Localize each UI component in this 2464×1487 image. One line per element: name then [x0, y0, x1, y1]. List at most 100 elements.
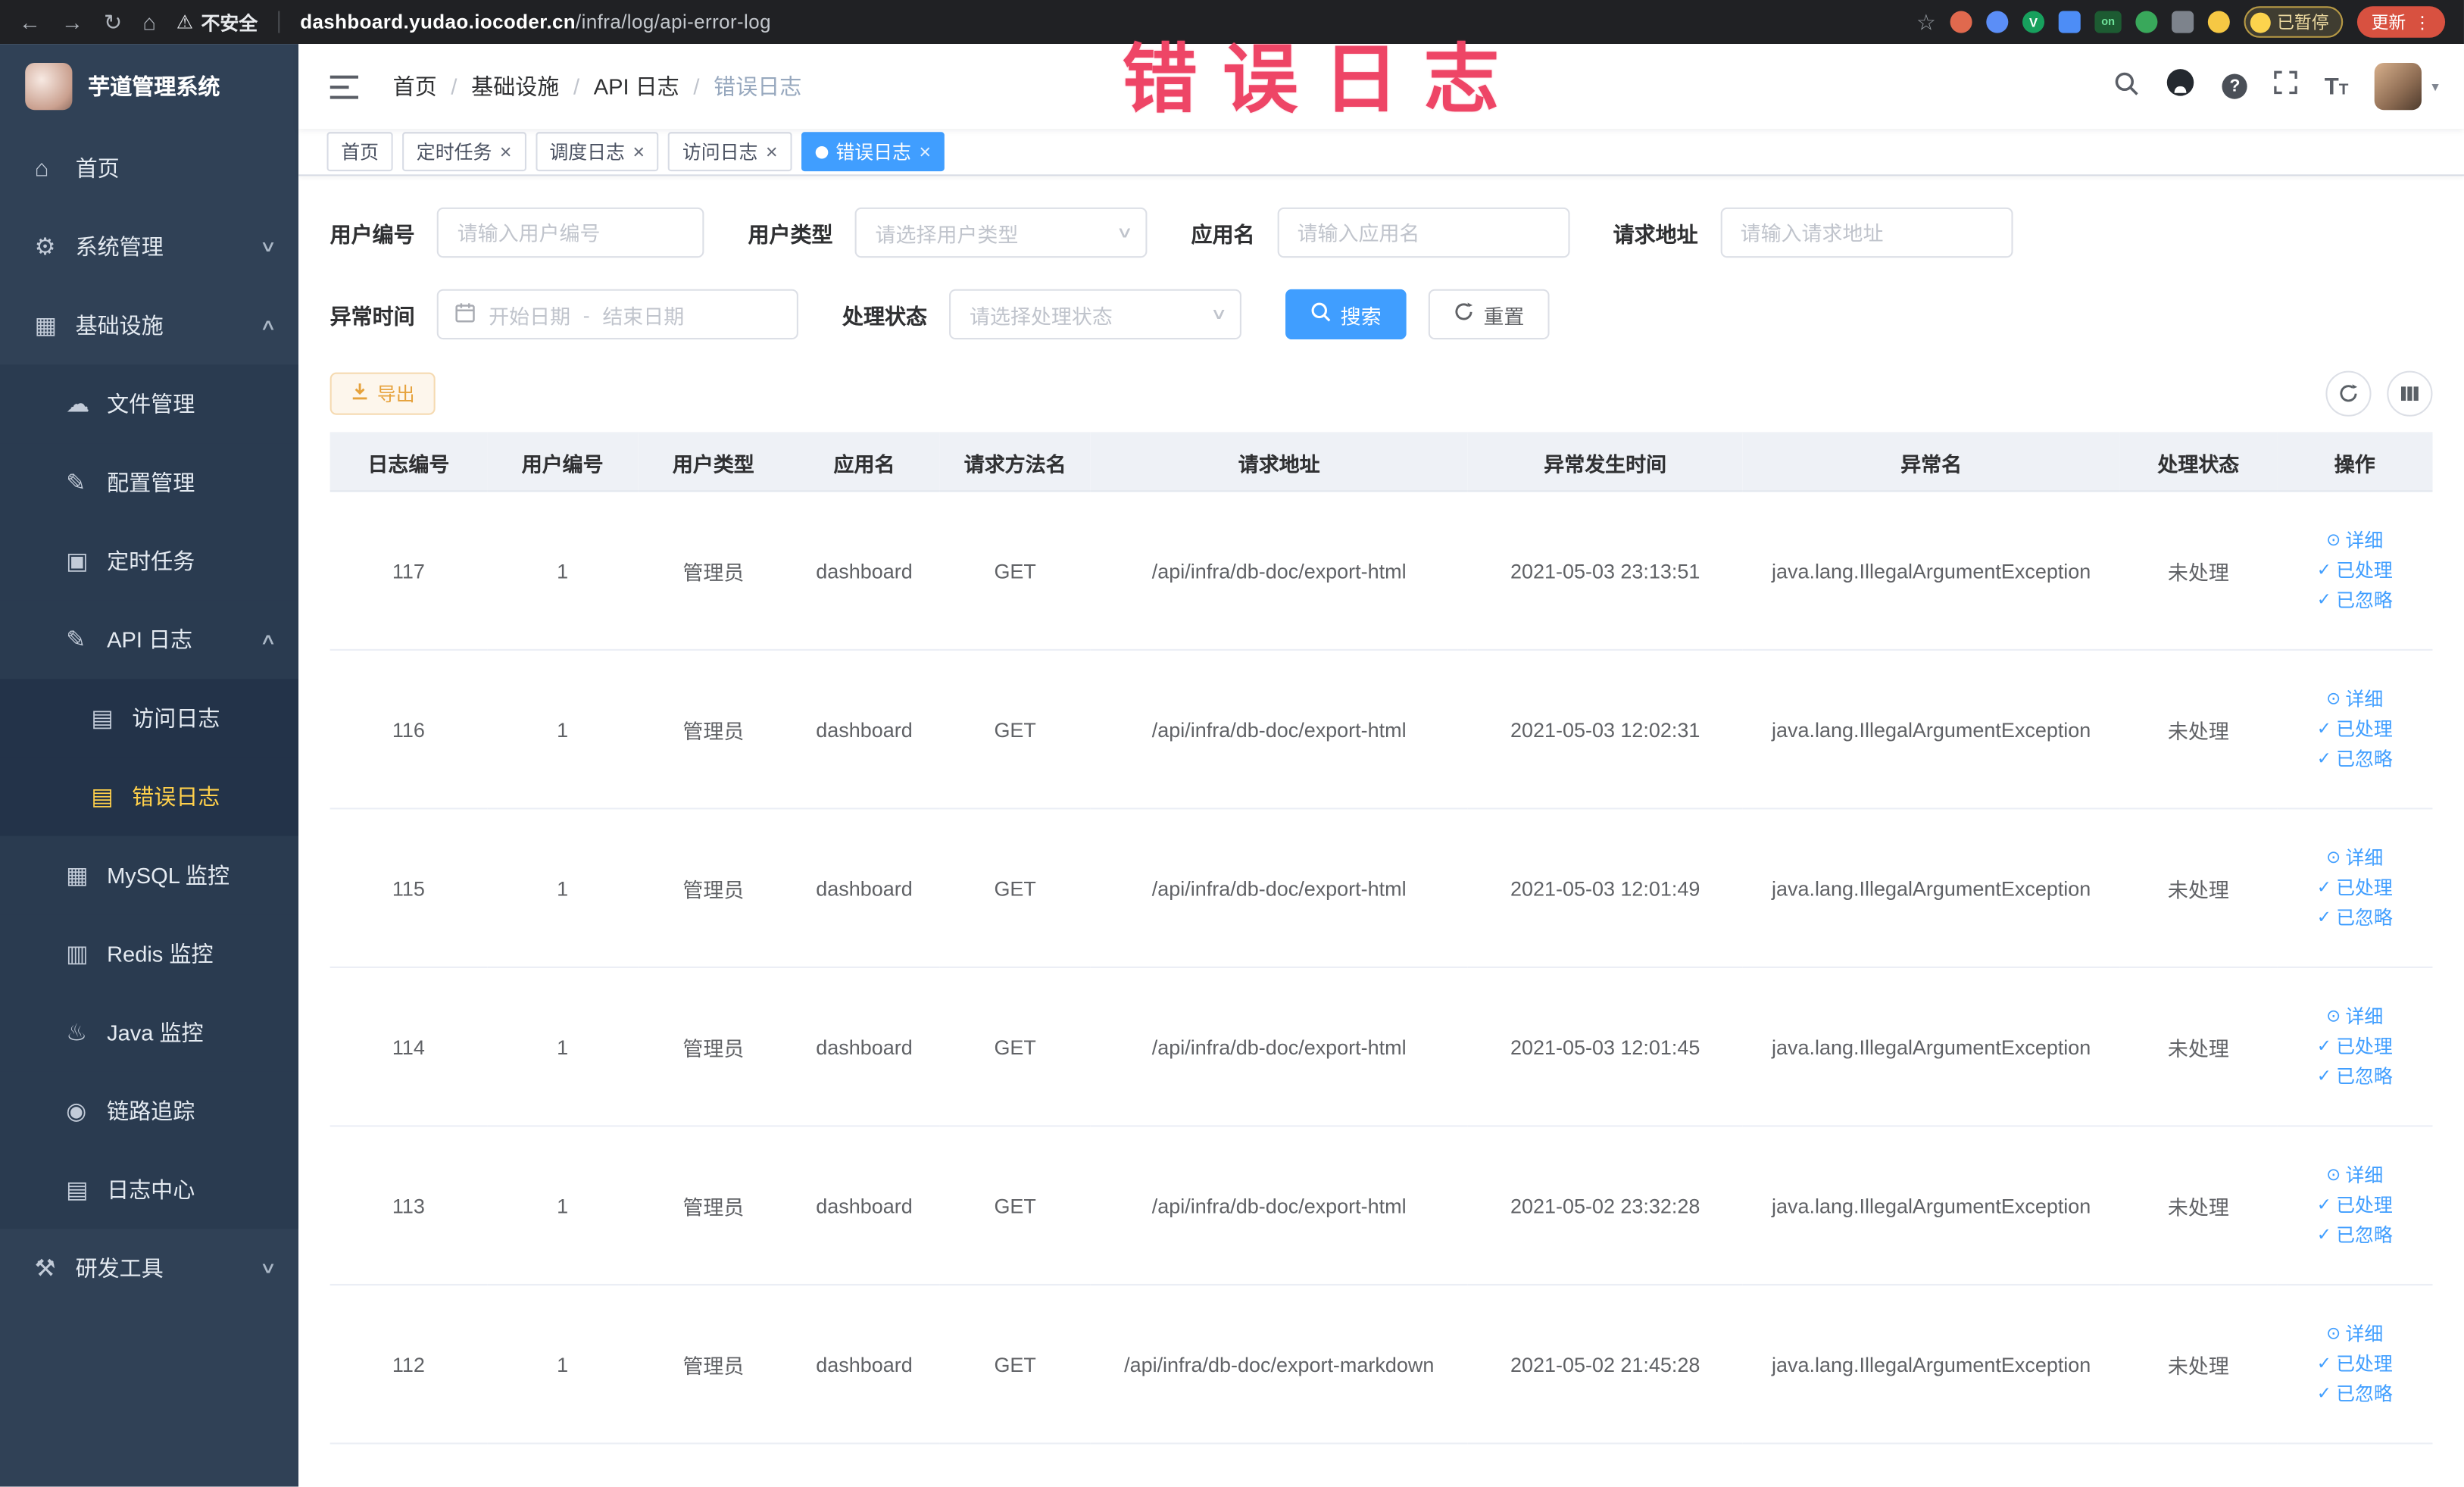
sidebar-item-trace[interactable]: ◉ 链路追踪 [0, 1071, 299, 1151]
help-icon[interactable]: ? [2222, 73, 2248, 99]
action-label: 已处理 [2336, 1193, 2393, 1216]
tab-scheduled-jobs[interactable]: 定时任务 × [402, 132, 526, 172]
exception-time-range-picker[interactable]: 开始日期 - 结束日期 [436, 289, 798, 340]
breadcrumb-item[interactable]: 首页 [393, 70, 437, 102]
sidebar-item-home[interactable]: ⌂ 首页 [0, 129, 298, 208]
action-processed-link[interactable]: ✓ 已处理 [2287, 1032, 2423, 1061]
site-security-indicator[interactable]: ⚠ 不安全 [176, 8, 258, 35]
sidebar-item-infrastructure[interactable]: ▦ 基础设施 ∧ [0, 286, 298, 365]
export-button[interactable]: 导出 [329, 372, 436, 415]
url-path: /infra/log/api-error-log [576, 11, 771, 33]
font-size-icon[interactable]: TT [2325, 75, 2349, 98]
request-url-input[interactable] [1719, 207, 2013, 258]
sidebar-item-label: 基础设施 [75, 312, 164, 339]
extension-icon[interactable] [2135, 11, 2158, 33]
action-label: 已处理 [2336, 876, 2393, 898]
cell-app-name: dashboard [789, 967, 940, 1127]
column-settings-button[interactable] [2387, 370, 2433, 417]
navbar-right: ? TT ▾ [2114, 62, 2439, 111]
bookmark-star-icon[interactable]: ☆ [1916, 8, 1936, 35]
search-button[interactable]: 搜索 [1285, 289, 1407, 340]
breadcrumb-item[interactable]: API 日志 [594, 70, 679, 102]
eye-icon: ⊙ [2326, 1006, 2341, 1026]
column-header: 日志编号 [329, 433, 488, 492]
search-icon[interactable] [2114, 70, 2139, 103]
fullscreen-icon[interactable] [2274, 70, 2298, 102]
action-processed-link[interactable]: ✓ 已处理 [2287, 873, 2423, 902]
extension-icon[interactable] [2058, 11, 2081, 33]
user-type-select[interactable]: 请选择用户类型 ∨ [854, 207, 1148, 258]
api-log-icon: ✎ [66, 626, 86, 654]
sidebar-item-label: 日志中心 [107, 1176, 195, 1203]
sidebar-item-api-logs[interactable]: ✎ API 日志 ∧ [0, 600, 299, 679]
sidebar-item-file-management[interactable]: ☁ 文件管理 [0, 364, 299, 444]
tab-error-log[interactable]: 错误日志 × [801, 132, 945, 172]
extension-paused-badge[interactable]: 已暂停 [2244, 6, 2344, 38]
action-detail-link[interactable]: ⊙ 详细 [2287, 1161, 2423, 1190]
extension-icon[interactable]: V [2022, 11, 2045, 33]
action-ignore-link[interactable]: ✓ 已忽略 [2287, 744, 2423, 773]
tab-close-icon[interactable]: × [500, 142, 512, 162]
action-processed-link[interactable]: ✓ 已处理 [2287, 555, 2423, 585]
extension-icon[interactable] [1950, 11, 1972, 33]
action-detail-link[interactable]: ⊙ 详细 [2287, 526, 2423, 555]
url-bar[interactable]: dashboard.yudao.iocoder.cn/infra/log/api… [300, 11, 771, 33]
extension-on-badge[interactable]: on [2094, 11, 2122, 33]
action-ignore-link[interactable]: ✓ 已忽略 [2287, 1061, 2423, 1091]
back-button[interactable]: ← [19, 11, 41, 33]
sidebar-item-dev-tools[interactable]: ⚒ 研发工具 ∨ [0, 1229, 298, 1307]
main-area: 首页 / 基础设施 / API 日志 / 错误日志 ? TT ▾ 首页 定时任务… [298, 44, 2464, 1487]
sidebar-item-label: 文件管理 [107, 391, 195, 417]
refresh-button[interactable] [2325, 370, 2372, 417]
extensions-puzzle-icon[interactable] [2172, 11, 2194, 33]
action-ignore-link[interactable]: ✓ 已忽略 [2287, 903, 2423, 932]
action-ignore-link[interactable]: ✓ 已忽略 [2287, 1379, 2423, 1408]
action-ignore-link[interactable]: ✓ 已忽略 [2287, 1220, 2423, 1250]
tab-close-icon[interactable]: × [632, 142, 645, 162]
sidebar-item-log-center[interactable]: ▤ 日志中心 [0, 1150, 299, 1229]
extension-icon[interactable] [1986, 11, 2009, 33]
browser-home-button[interactable]: ⌂ [142, 11, 156, 33]
breadcrumb-item[interactable]: 基础设施 [471, 70, 559, 102]
action-detail-link[interactable]: ⊙ 详细 [2287, 843, 2423, 873]
app-logo[interactable]: 芋道管理系统 [0, 44, 298, 129]
sidebar-item-redis-monitor[interactable]: ▥ Redis 监控 [0, 914, 299, 994]
tab-home[interactable]: 首页 [326, 132, 393, 172]
hamburger-icon[interactable] [323, 74, 364, 98]
chevron-up-icon: ∧ [258, 630, 276, 648]
right-toolbar [2325, 370, 2433, 417]
action-processed-link[interactable]: ✓ 已处理 [2287, 714, 2423, 744]
cell-exception: java.lang.IllegalArgumentException [1742, 649, 2120, 810]
table-row: 116 1 管理员 dashboard GET/api/infra/db-doc/exp… [329, 649, 2433, 810]
action-ignore-link[interactable]: ✓ 已忽略 [2287, 586, 2423, 615]
reload-button[interactable]: ↻ [104, 11, 122, 33]
sidebar-item-mysql-monitor[interactable]: ▦ MySQL 监控 [0, 836, 299, 915]
sidebar-item-java-monitor[interactable]: ♨ Java 监控 [0, 993, 299, 1072]
user-id-input[interactable] [436, 207, 704, 258]
app-name-input[interactable] [1276, 207, 1569, 258]
action-detail-link[interactable]: ⊙ 详细 [2287, 684, 2423, 714]
cell-method: GET [939, 967, 1091, 1127]
reset-button-label: 重置 [1483, 304, 1525, 328]
github-icon[interactable] [2166, 67, 2195, 105]
sidebar-item-access-log[interactable]: ▤ 访问日志 [0, 679, 299, 758]
sidebar-item-scheduled-jobs[interactable]: ▣ 定时任务 [0, 521, 299, 601]
forward-button[interactable]: → [61, 11, 83, 33]
reset-button[interactable]: 重置 [1428, 289, 1550, 340]
column-header: 异常发生时间 [1467, 433, 1743, 492]
action-detail-link[interactable]: ⊙ 详细 [2287, 1002, 2423, 1032]
tab-job-log[interactable]: 调度日志 × [535, 132, 659, 172]
action-processed-link[interactable]: ✓ 已处理 [2287, 1349, 2423, 1379]
action-detail-link[interactable]: ⊙ 详细 [2287, 1320, 2423, 1349]
action-processed-link[interactable]: ✓ 已处理 [2287, 1191, 2423, 1220]
tab-access-log[interactable]: 访问日志 × [668, 132, 792, 172]
tab-close-icon[interactable]: × [766, 142, 778, 162]
sidebar-item-config-management[interactable]: ✎ 配置管理 [0, 443, 299, 522]
tab-close-icon[interactable]: × [919, 142, 931, 162]
sidebar-item-error-log[interactable]: ▤ 错误日志 [0, 757, 299, 836]
emoji-face-extension-icon[interactable] [2207, 11, 2230, 33]
avatar-dropdown[interactable]: ▾ [2375, 62, 2439, 111]
chrome-update-button[interactable]: 更新 ⋮ [2356, 6, 2446, 38]
process-status-select[interactable]: 请选择处理状态 ∨ [949, 289, 1241, 340]
sidebar-item-system[interactable]: ⚙ 系统管理 ∨ [0, 208, 298, 286]
